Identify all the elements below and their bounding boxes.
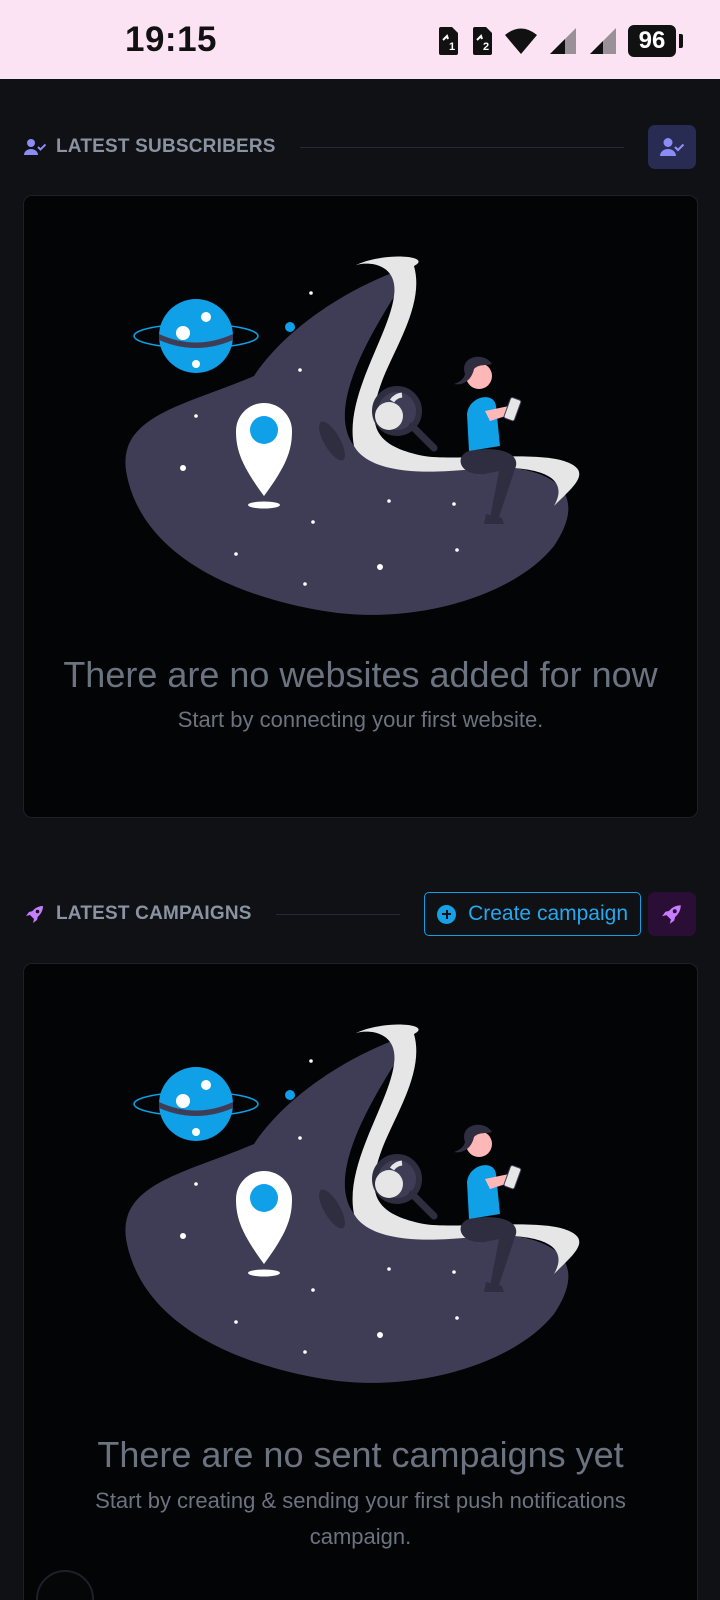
rocket-icon — [24, 903, 46, 925]
campaigns-empty-title: There are no sent campaigns yet — [97, 1434, 624, 1475]
campaigns-empty-card: There are no sent campaigns yet Start by… — [23, 963, 698, 1600]
campaigns-empty-subtitle: Start by creating & sending your first p… — [95, 1488, 626, 1549]
create-campaign-label: Create campaign — [468, 902, 628, 925]
websites-empty-subtitle: Start by connecting your first website. — [177, 707, 544, 732]
battery-icon: 96 — [628, 25, 683, 57]
sim2-icon: 2 — [473, 27, 492, 55]
user-check-icon — [24, 136, 46, 158]
websites-empty-card: There are no websites added for now Star… — [23, 195, 698, 818]
create-campaign-button[interactable]: Create campaign — [424, 892, 641, 936]
divider — [275, 913, 401, 915]
websites-empty-title: There are no websites added for now — [63, 654, 658, 695]
campaigns-button[interactable] — [648, 892, 696, 936]
empty-state-illustration — [125, 256, 580, 615]
divider — [299, 146, 624, 148]
plus-circle-icon — [437, 904, 457, 924]
subscribers-title: LATEST SUBSCRIBERS — [56, 136, 276, 157]
rocket-icon — [662, 905, 681, 924]
svg-text:2: 2 — [483, 41, 489, 53]
sim1-icon: 1 — [439, 27, 458, 55]
subscribers-header: LATEST SUBSCRIBERS — [24, 124, 696, 170]
status-time: 19:15 — [125, 20, 218, 59]
campaigns-header: LATEST CAMPAIGNS Create campaign — [24, 891, 696, 937]
status-icons: 1 2 96 — [436, 24, 683, 58]
subscribers-button[interactable] — [648, 125, 696, 169]
campaigns-title: LATEST CAMPAIGNS — [56, 903, 252, 924]
status-bar: 19:15 1 2 96 — [0, 0, 720, 79]
signal1-icon — [550, 28, 576, 54]
signal2-icon — [590, 28, 616, 54]
user-check-icon — [660, 138, 684, 156]
wifi-icon — [505, 28, 537, 54]
svg-text:1: 1 — [449, 41, 455, 53]
empty-state-illustration — [125, 1024, 580, 1383]
